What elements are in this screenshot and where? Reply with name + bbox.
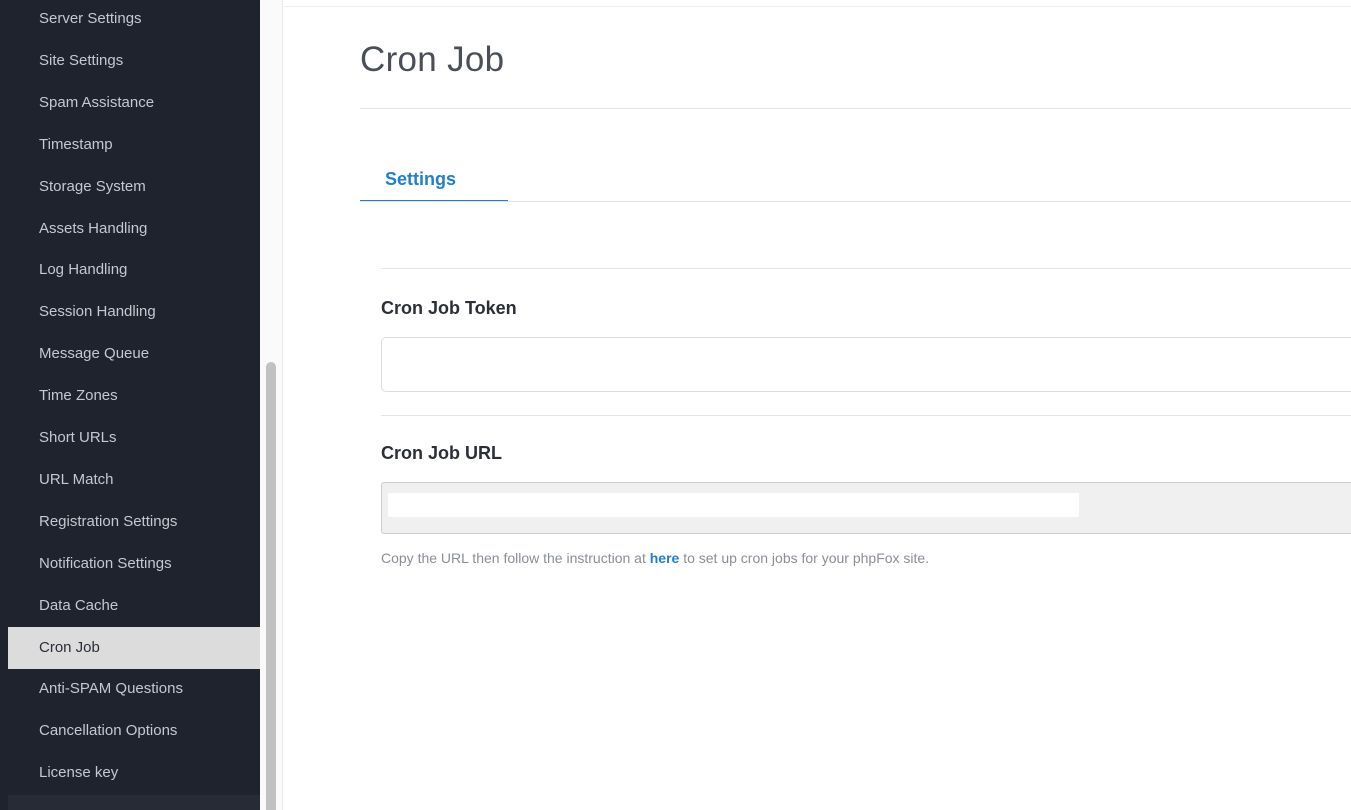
top-divider: [284, 6, 1351, 7]
sidebar-item-url-match[interactable]: URL Match: [8, 459, 260, 501]
cron-job-token-input[interactable]: [381, 337, 1351, 392]
sidebar-item-storage-system[interactable]: Storage System: [8, 166, 260, 208]
sidebar-item-label: Log Handling: [39, 261, 128, 279]
tab-settings[interactable]: Settings: [360, 160, 508, 202]
sidebar-item-anti-spam-questions[interactable]: Anti-SPAM Questions: [8, 668, 260, 710]
sidebar-item-label: Message Queue: [39, 345, 150, 363]
sidebar-item-time-zones[interactable]: Time Zones: [8, 375, 260, 417]
tabs-divider: [360, 201, 1351, 202]
sidebar-item-label: Assets Handling: [39, 219, 148, 237]
sidebar-item-label: Timestamp: [39, 135, 113, 153]
help-text-suffix: to set up cron jobs for your phpFox site…: [679, 550, 930, 566]
sidebar-item-log-handling[interactable]: Log Handling: [8, 249, 260, 291]
help-text-prefix: Copy the URL then follow the instruction…: [381, 550, 650, 566]
sidebar-item-label: Server Settings: [39, 10, 142, 27]
sidebar-item-label: Notification Settings: [39, 554, 172, 572]
cron-job-token-label: Cron Job Token: [381, 298, 517, 318]
sidebar-item-cron-job[interactable]: Cron Job: [8, 626, 260, 669]
sidebar: Server Settings Site Settings Spam Assista…: [0, 0, 260, 810]
sidebar-item-short-urls[interactable]: Short URLs: [8, 417, 260, 459]
sidebar-item-label: License key: [39, 764, 119, 782]
sidebar-scrollbar[interactable]: [260, 0, 283, 810]
sidebar-item-data-cache[interactable]: Data Cache: [8, 585, 260, 627]
sidebar-item-label: Time Zones: [39, 387, 118, 405]
sidebar-item-label: Data Cache: [39, 596, 119, 614]
sidebar-item-notification-settings[interactable]: Notification Settings: [8, 543, 260, 585]
sidebar-item-site-settings[interactable]: Site Settings: [8, 40, 260, 82]
admin-app: Server Settings Site Settings Spam Assista…: [0, 0, 1351, 810]
sidebar-item-registration-settings[interactable]: Registration Settings: [8, 501, 260, 543]
sidebar-item-cancellation-options[interactable]: Cancellation Options: [8, 710, 260, 752]
sidebar-footer-strip: [8, 795, 260, 810]
sidebar-item-license-key[interactable]: License key: [8, 752, 260, 794]
sidebar-scrollbar-thumb[interactable]: [266, 362, 276, 810]
section-divider: [381, 415, 1351, 416]
sidebar-item-label: Anti-SPAM Questions: [39, 680, 183, 698]
sidebar-item-label: Short URLs: [39, 429, 117, 446]
sidebar-item-session-handling[interactable]: Session Handling: [8, 291, 260, 333]
sidebar-item-assets-handling[interactable]: Assets Handling: [8, 208, 260, 250]
sidebar-item-spam-assistance[interactable]: Spam Assistance: [8, 82, 260, 124]
sidebar-item-message-queue[interactable]: Message Queue: [8, 333, 260, 375]
sidebar-item-server-settings[interactable]: Server Settings: [8, 0, 260, 40]
sidebar-item-label: URL Match: [39, 470, 114, 488]
section-divider: [381, 268, 1351, 269]
sidebar-item-label: Cron Job: [39, 638, 100, 656]
help-text: Copy the URL then follow the instruction…: [381, 550, 929, 566]
sidebar-item-label: Registration Settings: [39, 512, 178, 530]
sidebar-item-timestamp[interactable]: Timestamp: [8, 124, 260, 166]
main-content: Cron Job Settings Cron Job Token Cron Jo…: [284, 0, 1351, 810]
page-title: Cron Job: [360, 40, 505, 79]
help-link-here[interactable]: here: [650, 550, 680, 566]
url-redaction: [388, 493, 1079, 517]
sidebar-item-label: Spam Assistance: [39, 93, 155, 111]
sidebar-item-label: Site Settings: [39, 51, 124, 69]
cron-job-url-label: Cron Job URL: [381, 443, 502, 463]
sidebar-item-label: Storage System: [39, 177, 146, 195]
sidebar-item-label: Session Handling: [39, 303, 156, 321]
sidebar-item-label: Cancellation Options: [39, 722, 178, 740]
title-divider: [360, 108, 1351, 109]
